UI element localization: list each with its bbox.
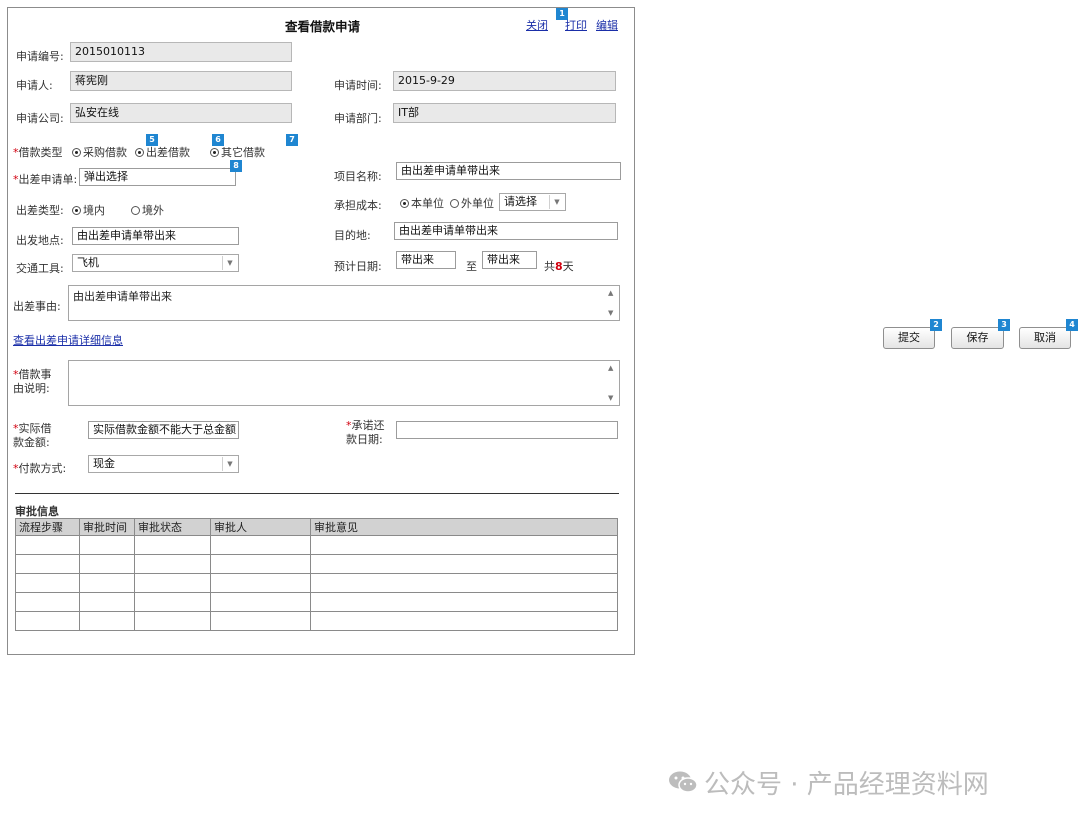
trip-type-label: 出差类型: bbox=[16, 204, 64, 217]
annotation-badge-2: 2 bbox=[930, 319, 942, 331]
wechat-icon bbox=[669, 771, 698, 793]
app-no-label: 申请编号: bbox=[16, 50, 64, 63]
scrollbar[interactable]: ▲ ▼ bbox=[605, 286, 619, 320]
annotation-badge-5: 5 bbox=[146, 134, 158, 146]
radio-purchase-loan[interactable]: 采购借款 bbox=[72, 144, 127, 160]
dept-label: 申请部门: bbox=[334, 112, 382, 125]
radio-icon bbox=[135, 148, 144, 157]
radio-icon bbox=[450, 199, 459, 208]
section-divider bbox=[15, 493, 619, 494]
chevron-down-icon: ▼ bbox=[549, 195, 564, 209]
amount-field[interactable]: 实际借款金额不能大于总金额 bbox=[88, 421, 239, 439]
column-header: 审批时间 bbox=[79, 518, 135, 536]
cancel-button[interactable]: 取消 bbox=[1019, 327, 1071, 349]
radio-icon bbox=[210, 148, 219, 157]
cost-label: 承担成本: bbox=[334, 199, 382, 212]
table-row bbox=[15, 535, 618, 555]
table-row bbox=[15, 592, 618, 612]
page-title: 查看借款申请 bbox=[285, 19, 361, 34]
radio-icon bbox=[131, 206, 140, 215]
company-field: 弘安在线 bbox=[70, 103, 292, 123]
column-header: 审批人 bbox=[210, 518, 311, 536]
project-label: 项目名称: bbox=[334, 170, 382, 183]
trip-form-label: *出差申请单: bbox=[13, 173, 78, 186]
app-time-label: 申请时间: bbox=[334, 79, 382, 92]
date-to-word: 至 bbox=[466, 260, 477, 273]
close-link[interactable]: 关闭 bbox=[526, 17, 548, 33]
loan-type-label: *借款类型 bbox=[13, 146, 63, 159]
days-total: 共8天 bbox=[544, 260, 574, 273]
repay-date-field[interactable] bbox=[396, 421, 618, 439]
cost-unit-select[interactable]: 请选择 ▼ bbox=[499, 193, 566, 211]
chevron-down-icon: ▼ bbox=[222, 457, 237, 471]
reason-label: 出差事由: bbox=[13, 300, 61, 313]
table-header-row: 流程步骤 审批时间 审批状态 审批人 审批意见 bbox=[15, 518, 618, 536]
radio-overseas[interactable]: 境外 bbox=[131, 202, 164, 218]
dest-label: 目的地: bbox=[334, 229, 371, 242]
loan-reason-label-2: 由说明: bbox=[13, 382, 50, 395]
trip-form-picker[interactable]: 弹出选择 bbox=[79, 168, 236, 186]
date-label: 预计日期: bbox=[334, 260, 382, 273]
column-header: 流程步骤 bbox=[15, 518, 80, 536]
approval-section-title: 审批信息 bbox=[15, 505, 59, 518]
save-button[interactable]: 保存 bbox=[951, 327, 1004, 349]
depart-field[interactable]: 由出差申请单带出来 bbox=[72, 227, 239, 245]
column-header: 审批状态 bbox=[134, 518, 211, 536]
annotation-badge-8: 8 bbox=[230, 160, 242, 172]
submit-button[interactable]: 提交 bbox=[883, 327, 935, 349]
app-no-field: 2015010113 bbox=[70, 42, 292, 62]
repay-label-2: 款日期: bbox=[346, 433, 383, 446]
scrollbar[interactable]: ▲ ▼ bbox=[605, 361, 619, 405]
edit-link[interactable]: 编辑 bbox=[596, 17, 618, 33]
annotation-badge-7: 7 bbox=[286, 134, 298, 146]
annotation-badge-3: 3 bbox=[998, 319, 1010, 331]
radio-other-unit[interactable]: 外单位 bbox=[450, 195, 494, 211]
transport-label: 交通工具: bbox=[16, 262, 64, 275]
date-from-field[interactable]: 带出来 bbox=[396, 251, 456, 269]
applicant-field: 蒋宪刚 bbox=[70, 71, 292, 91]
amount-label-2: 款金额: bbox=[13, 436, 50, 449]
radio-domestic[interactable]: 境内 bbox=[72, 202, 105, 218]
print-link[interactable]: 打印 bbox=[565, 17, 587, 33]
reason-textarea[interactable]: 由出差申请单带出来 ▲ ▼ bbox=[68, 285, 620, 321]
project-field[interactable]: 由出差申请单带出来 bbox=[396, 162, 621, 180]
column-header: 审批意见 bbox=[310, 518, 618, 536]
depart-label: 出发地点: bbox=[16, 234, 64, 247]
radio-other-loan[interactable]: 其它借款 bbox=[210, 144, 265, 160]
radio-icon bbox=[400, 199, 409, 208]
trip-detail-link[interactable]: 查看出差申请详细信息 bbox=[13, 332, 123, 348]
radio-own-unit[interactable]: 本单位 bbox=[400, 195, 444, 211]
approval-table: 流程步骤 审批时间 审批状态 审批人 审批意见 bbox=[15, 518, 618, 631]
pay-method-label: *付款方式: bbox=[13, 462, 67, 475]
table-row bbox=[15, 554, 618, 574]
pay-method-select[interactable]: 现金 ▼ bbox=[88, 455, 239, 473]
chevron-down-icon: ▼ bbox=[222, 256, 237, 270]
loan-reason-textarea[interactable]: ▲ ▼ bbox=[68, 360, 620, 406]
table-row bbox=[15, 573, 618, 593]
app-time-field: 2015-9-29 bbox=[393, 71, 616, 91]
dept-field: IT部 bbox=[393, 103, 616, 123]
radio-business-trip-loan[interactable]: 出差借款 bbox=[135, 144, 190, 160]
applicant-label: 申请人: bbox=[16, 79, 53, 92]
transport-select[interactable]: 飞机 ▼ bbox=[72, 254, 239, 272]
radio-icon bbox=[72, 206, 81, 215]
annotation-badge-6: 6 bbox=[212, 134, 224, 146]
dest-field[interactable]: 由出差申请单带出来 bbox=[394, 222, 618, 240]
radio-icon bbox=[72, 148, 81, 157]
annotation-badge-4: 4 bbox=[1066, 319, 1078, 331]
company-label: 申请公司: bbox=[16, 112, 64, 125]
table-row bbox=[15, 611, 618, 631]
date-to-field[interactable]: 带出来 bbox=[482, 251, 537, 269]
watermark-text: 公众号 · 产品经理资料网 bbox=[704, 770, 989, 800]
